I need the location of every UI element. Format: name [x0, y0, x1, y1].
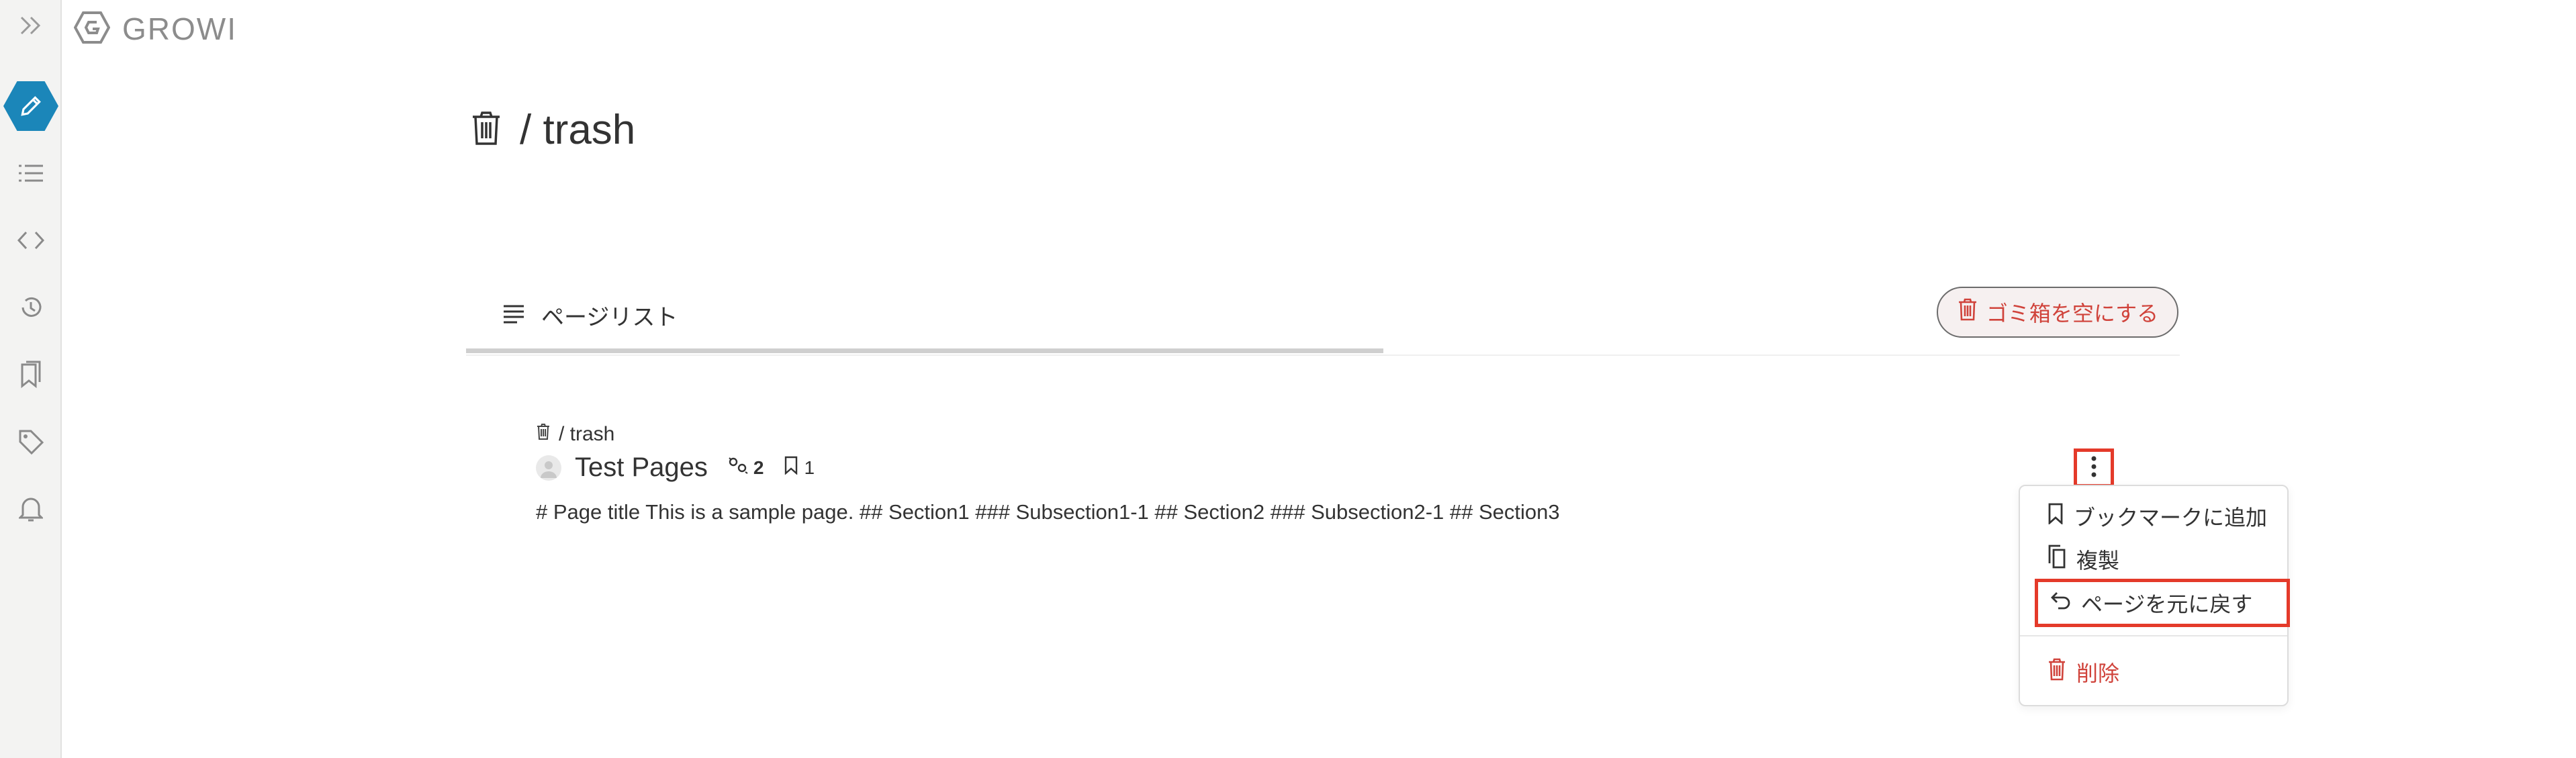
tag-icon — [17, 428, 44, 459]
tab-pagelist[interactable]: ページリスト — [466, 282, 1383, 353]
tab-pagelist-label: ページリスト — [541, 305, 678, 330]
bookmark-count-badge: 1 — [784, 456, 815, 479]
bell-icon — [17, 495, 44, 526]
empty-trash-button[interactable]: ゴミ箱を空にする — [1937, 287, 2178, 338]
code-icon — [17, 230, 45, 254]
tabs-row: ページリスト ゴミ箱を空にする — [466, 282, 2180, 356]
trash-icon — [2047, 658, 2067, 686]
menu-item-duplicate[interactable]: 複製 — [2020, 538, 2287, 580]
menu-item-duplicate-label: 複製 — [2076, 549, 2120, 573]
menu-item-revert-label: ページを元に戻す — [2081, 592, 2253, 616]
sidebar-item-custom-sidebar[interactable] — [3, 214, 59, 270]
trash-icon — [536, 423, 551, 446]
bookmark-icon — [18, 361, 44, 392]
list-icon — [502, 303, 525, 327]
seen-count: 2 — [753, 457, 764, 478]
trash-icon — [1957, 297, 1978, 327]
sidebar-item-tags[interactable] — [3, 415, 59, 471]
bookmark-icon — [784, 456, 798, 479]
menu-item-revert[interactable]: ページを元に戻す — [2035, 579, 2290, 627]
copy-icon — [2047, 544, 2067, 574]
menu-item-bookmark-label: ブックマークに追加 — [2074, 506, 2268, 530]
sidebar-item-bookmarks[interactable] — [3, 348, 59, 404]
bookmark-count: 1 — [804, 457, 815, 478]
sidebar-item-edit[interactable] — [3, 78, 59, 134]
seen-users-count: 2 — [728, 457, 764, 479]
vertical-ellipsis-icon — [2090, 455, 2097, 481]
empty-trash-label: ゴミ箱を空にする — [1986, 301, 2159, 326]
page-item-control-button[interactable] — [2074, 448, 2114, 487]
page-item-control-menu: ブックマークに追加 複製 ページを元に戻す 削除 — [2019, 485, 2290, 706]
sidebar-collapse-button[interactable] — [15, 13, 47, 40]
sidebar-item-recent-changes[interactable] — [3, 281, 59, 337]
history-icon — [17, 294, 44, 324]
item-title-row: Test Pages 2 1 — [536, 453, 2148, 483]
item-path-text: / trash — [559, 423, 615, 445]
trash-icon — [470, 110, 502, 150]
footprints-icon — [728, 457, 748, 479]
menu-item-delete-label: 削除 — [2076, 661, 2120, 685]
menu-item-bookmark[interactable]: ブックマークに追加 — [2020, 495, 2287, 537]
list-icon — [17, 162, 44, 188]
item-path[interactable]: / trash — [536, 423, 2148, 446]
growi-logo-icon — [73, 11, 111, 47]
double-chevron-right-icon — [17, 15, 44, 40]
menu-divider — [2020, 635, 2287, 636]
menu-item-delete[interactable]: 削除 — [2020, 651, 2287, 693]
avatar — [536, 455, 561, 481]
sidebar — [0, 0, 62, 758]
item-snippet: # Page title This is a sample page. ## S… — [536, 500, 1560, 524]
sidebar-item-page-tree[interactable] — [3, 146, 59, 203]
item-title-link[interactable]: Test Pages — [575, 453, 708, 483]
undo-icon — [2050, 590, 2072, 616]
sidebar-item-notifications[interactable] — [3, 482, 59, 538]
brand[interactable]: GROWI — [73, 8, 237, 50]
list-item: / trash Test Pages 2 1 # Page title This… — [536, 423, 2148, 524]
brand-name: GROWI — [122, 11, 237, 46]
page-header: / trash — [470, 106, 635, 154]
page-title: / trash — [520, 107, 636, 153]
bookmark-icon — [2047, 503, 2064, 530]
pencil-icon — [3, 81, 58, 131]
